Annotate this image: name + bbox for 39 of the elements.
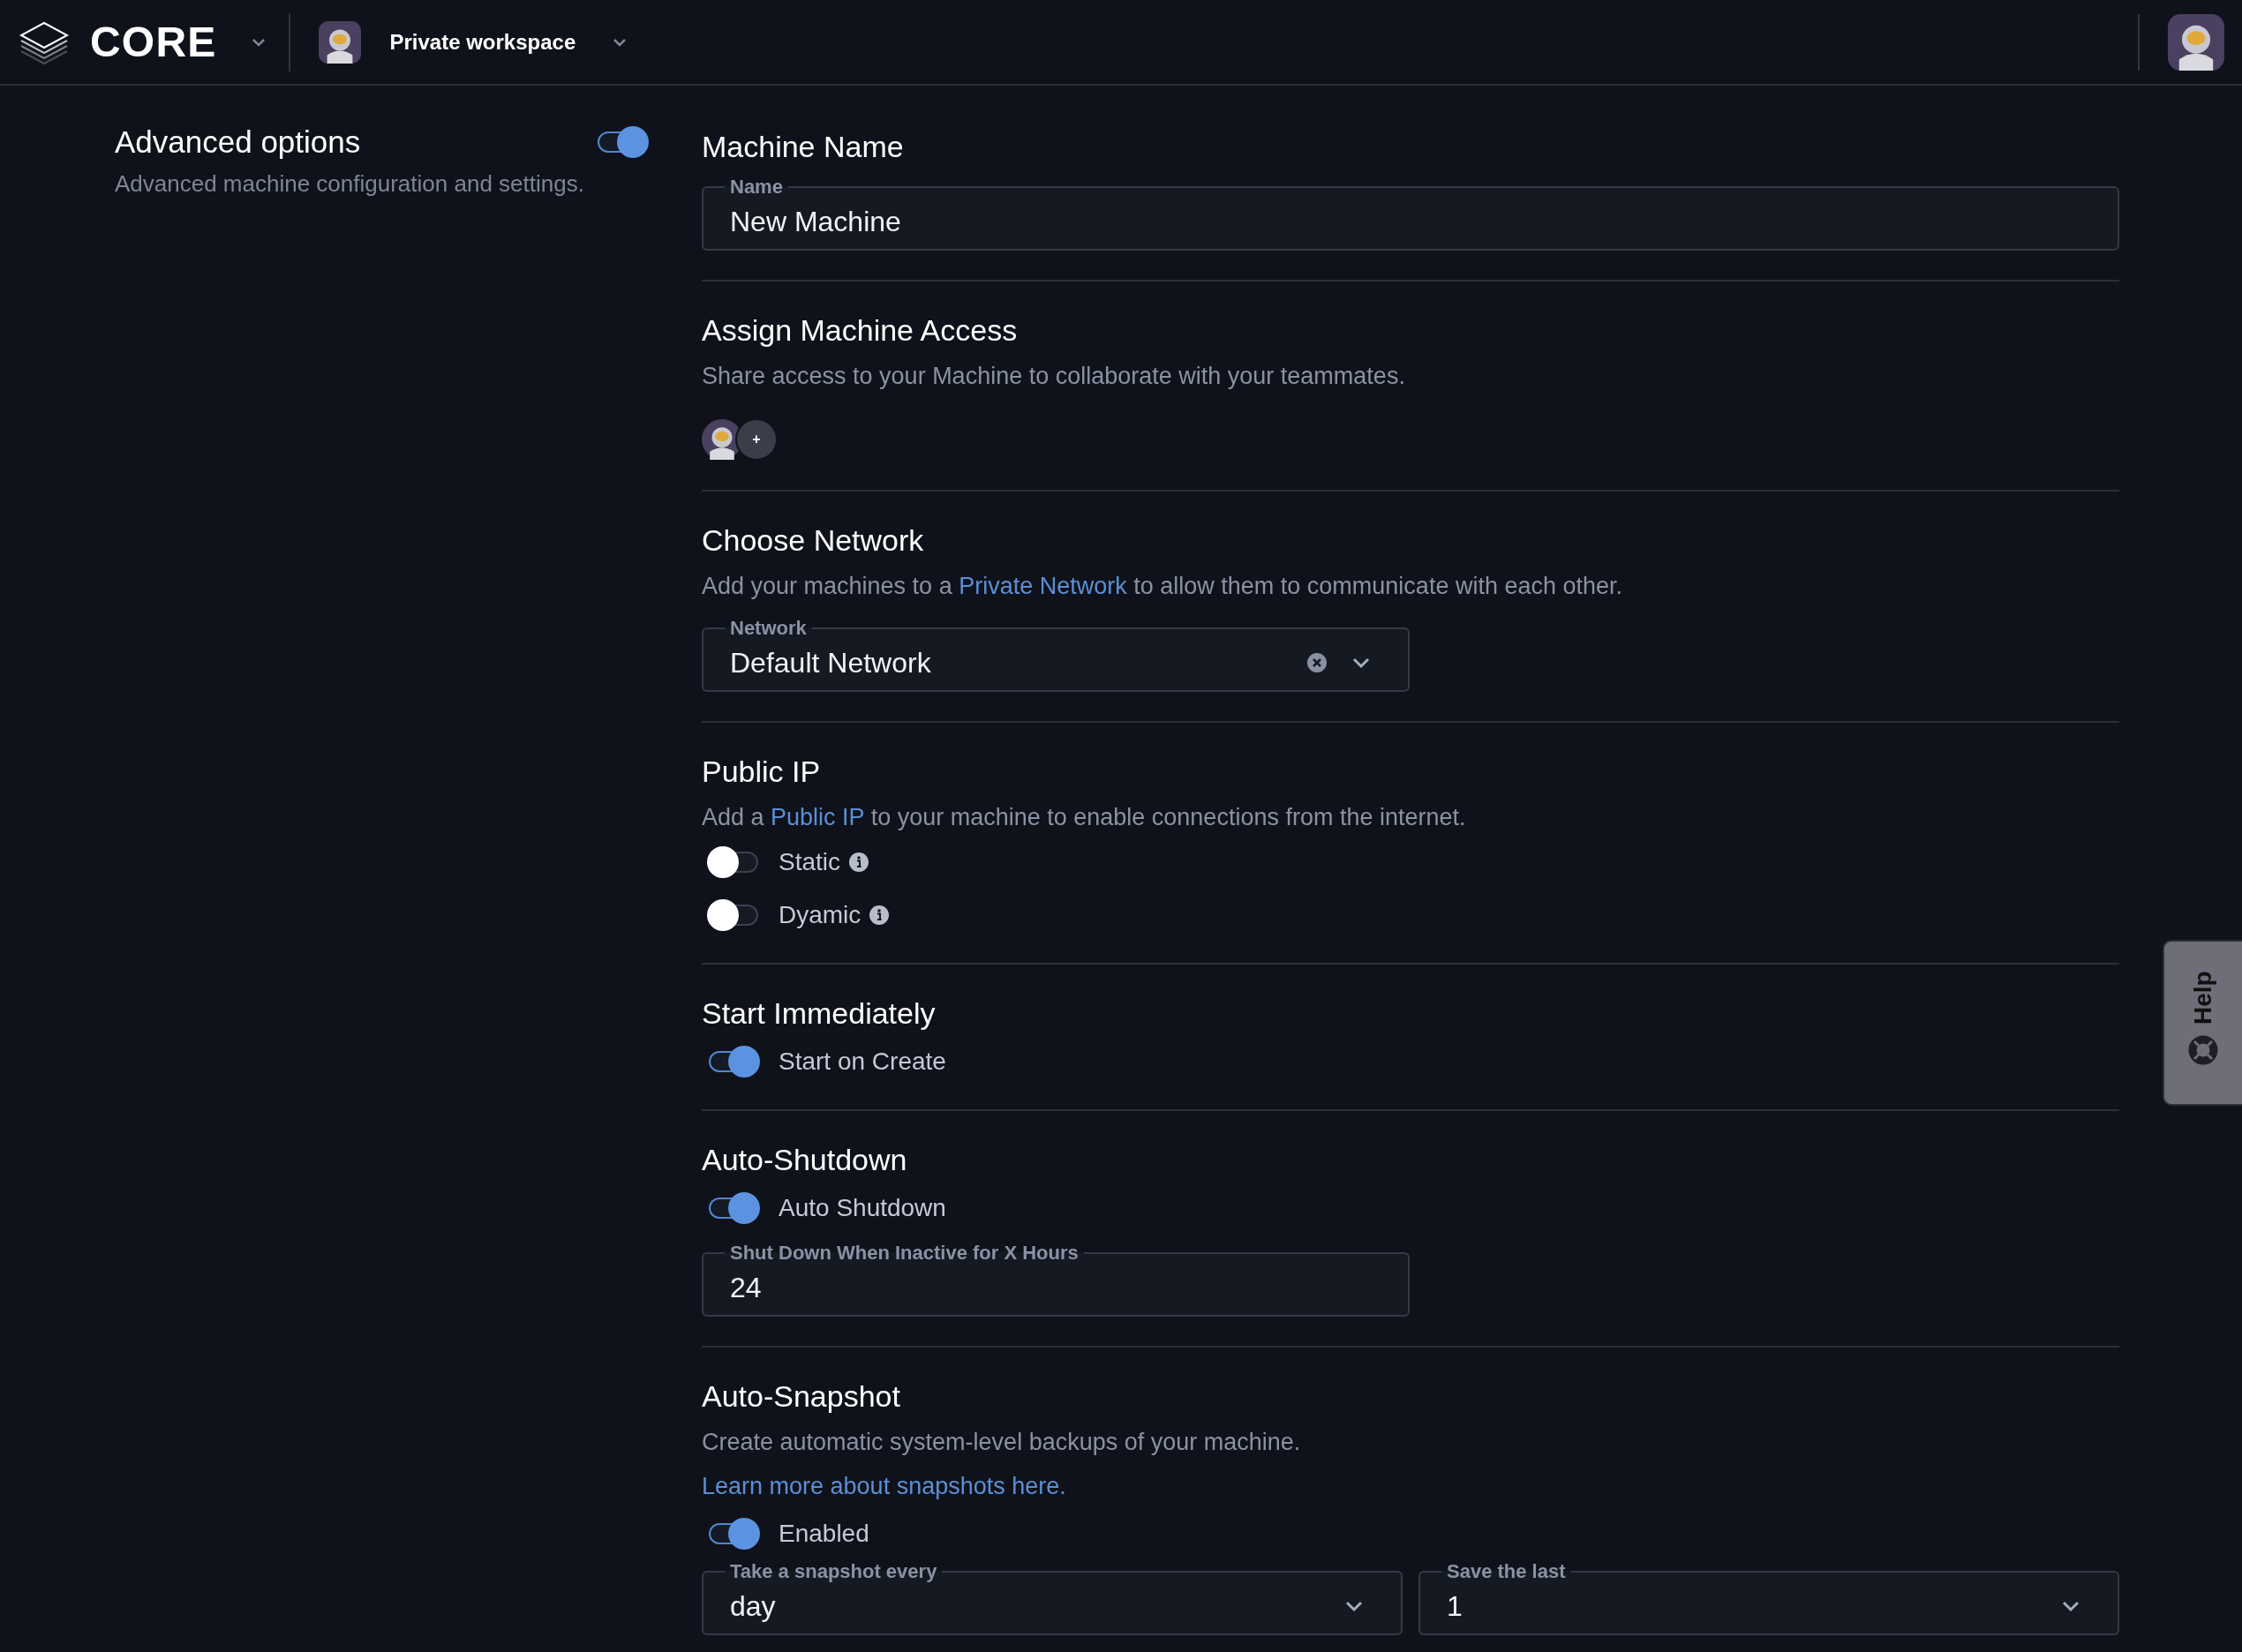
select-field[interactable]: Network Default Network [702,618,1410,692]
section-title: Choose Network [702,522,925,559]
toggle-switch[interactable] [707,899,760,931]
info-icon[interactable] [869,905,890,925]
toggle-label: Start on Create [779,1047,946,1077]
input-field[interactable]: Shut Down When Inactive for X Hours 24 [702,1243,1410,1317]
workspace-name[interactable]: Private workspace [389,26,576,58]
toggle-label: Dyamic [779,900,861,930]
add-member-button[interactable]: + [735,418,778,461]
toggle-label: Auto Shutdown [779,1193,946,1223]
section-description: Advanced machine configuration and settings. [115,169,585,199]
section-title: Machine Name [702,129,905,165]
section-description: Share access to your Machine to collaborate with your teammates. [702,362,1406,391]
astronaut-avatar[interactable] [2168,13,2224,71]
toggle-switch[interactable] [596,126,649,158]
toggle-label: Enabled [779,1518,869,1549]
link[interactable]: Learn more about snapshots here. [702,1468,1066,1505]
section-title: Advanced options [115,124,361,161]
info-icon[interactable] [849,852,869,872]
clear-icon[interactable] [1307,653,1327,672]
section-title: Start Immediately [702,995,937,1032]
toggle-switch[interactable] [707,1517,760,1550]
link[interactable]: Public IP [771,804,865,830]
toggle-label: Static [779,847,841,877]
help-tab[interactable]: Help [2163,940,2242,1106]
section-title: Auto-Snapshot [702,1378,901,1415]
lifebuoy-icon [2188,1035,2218,1065]
section-title: Public IP [702,754,822,790]
toggle-switch[interactable] [707,1192,760,1224]
section-description: Create automatic system-level backups of your machine. [702,1428,1302,1457]
section-title: Assign Machine Access [702,312,1019,349]
section-description: Add a Public IP to your machine to enable connections from the internet. [702,803,1467,832]
astronaut-avatar[interactable] [319,20,362,64]
link[interactable]: Private Network [959,573,1127,599]
brand-name: CORE [90,17,217,67]
section-title: Auto-Shutdown [702,1142,908,1178]
section-description: Add your machines to a Private Network to allow them to communicate with each other. [702,572,1623,601]
toggle-switch[interactable] [707,846,760,878]
toggle-switch[interactable] [707,1046,760,1078]
